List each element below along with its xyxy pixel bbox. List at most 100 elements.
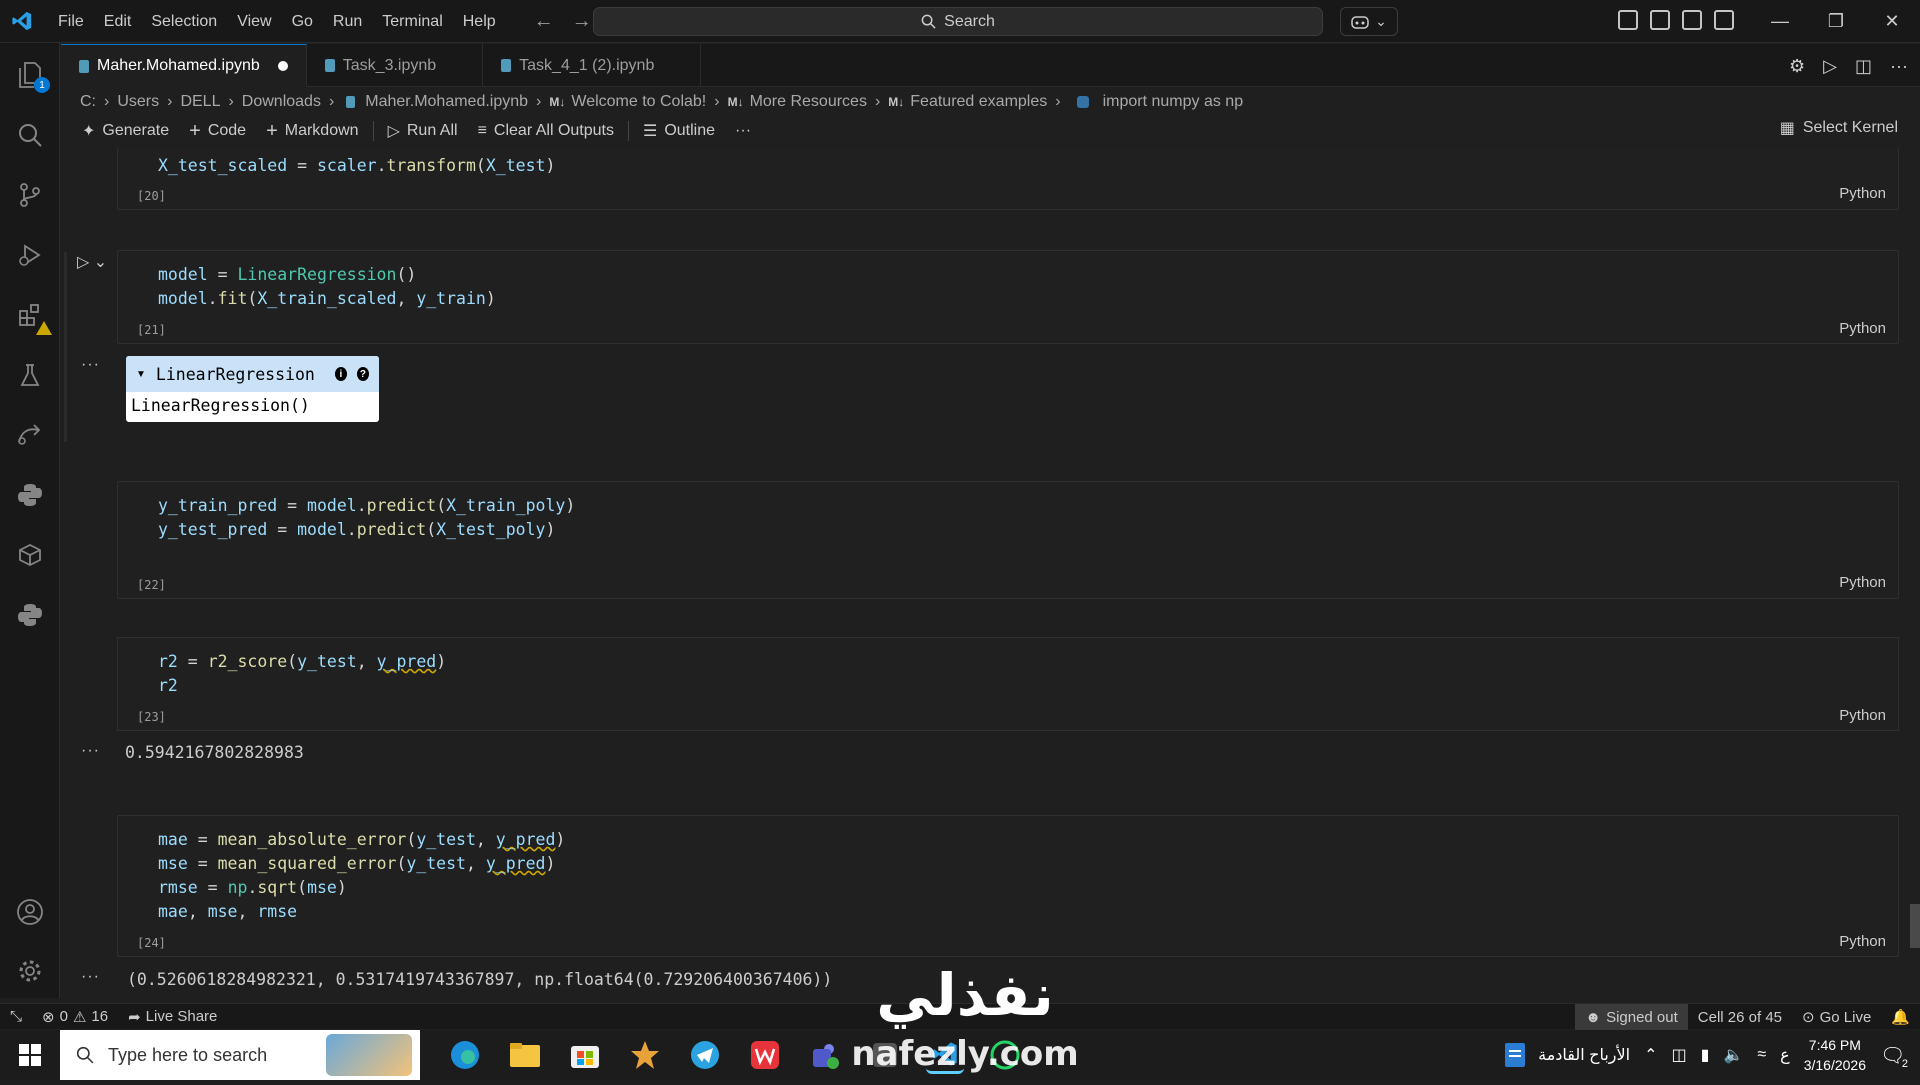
select-kernel-button[interactable]: ▦ Select Kernel xyxy=(1780,118,1898,138)
game-app-icon[interactable] xyxy=(626,1036,664,1074)
volume-icon[interactable]: 🔈 xyxy=(1723,1045,1743,1065)
cell-language[interactable]: Python xyxy=(1839,707,1886,724)
containers-icon[interactable] xyxy=(14,539,46,571)
copilot-button[interactable]: ⌄ xyxy=(1340,7,1398,36)
testing-flask-icon[interactable] xyxy=(14,359,46,391)
customize-layout-icon[interactable] xyxy=(1618,10,1638,30)
cell-run-icon[interactable]: ▷ ⌄ xyxy=(77,252,107,272)
menu-go[interactable]: Go xyxy=(282,0,323,43)
breadcrumb-item[interactable]: Users xyxy=(117,93,159,111)
source-control-icon[interactable] xyxy=(14,179,46,211)
add-markdown-button[interactable]: + Markdown xyxy=(256,120,369,143)
signed-out-status[interactable]: ☻ Signed out xyxy=(1575,1004,1688,1030)
chevron-up-icon[interactable]: ⌃ xyxy=(1644,1045,1657,1065)
output-more-icon[interactable]: ··· xyxy=(81,742,100,760)
remote-indicator[interactable]: ⤡ xyxy=(0,1008,32,1025)
settings-gear-icon[interactable]: ⚙ xyxy=(1789,56,1805,77)
code-block[interactable]: mae = mean_absolute_error(y_test, y_pred… xyxy=(158,828,565,924)
code-cell-21[interactable]: model = LinearRegression() model.fit(X_t… xyxy=(117,250,1899,344)
taskbar-search-box[interactable]: Type here to search xyxy=(60,1030,420,1080)
menu-edit[interactable]: Edit xyxy=(94,0,142,43)
problems-indicator[interactable]: ⊗ 0 ⚠ 16 xyxy=(32,1008,118,1026)
teams-icon[interactable] xyxy=(806,1036,844,1074)
accounts-icon[interactable] xyxy=(14,896,46,928)
close-icon[interactable]: ✕ xyxy=(1864,0,1920,43)
toolbar-more-button[interactable]: ··· xyxy=(725,122,761,140)
code-cell-23[interactable]: r2 = r2_score(y_test, y_pred) r2 [23] Py… xyxy=(117,637,1899,731)
clock[interactable]: 7:46 PM 3/16/2026 xyxy=(1804,1035,1866,1075)
menu-run[interactable]: Run xyxy=(323,0,372,43)
run-all-button[interactable]: ▷ Run All xyxy=(378,121,468,141)
breadcrumb-item[interactable]: DELL xyxy=(180,93,220,111)
breadcrumb-item[interactable]: Welcome to Colab! xyxy=(571,93,706,111)
go-live-button[interactable]: ⊙ Go Live xyxy=(1792,1008,1881,1027)
run-debug-icon[interactable] xyxy=(14,239,46,271)
output-more-icon[interactable]: ··· xyxy=(81,356,100,374)
menu-help[interactable]: Help xyxy=(453,0,506,43)
battery-icon[interactable]: ▮ xyxy=(1701,1045,1710,1065)
output-more-icon[interactable]: ··· xyxy=(81,968,100,986)
cell-language[interactable]: Python xyxy=(1839,320,1886,337)
tab-maher-mohamed[interactable]: Maher.Mohamed.ipynb xyxy=(61,44,307,87)
toggle-primary-sidebar-icon[interactable] xyxy=(1650,10,1670,30)
live-share-status[interactable]: ➦ Live Share xyxy=(118,1008,227,1026)
explorer-icon[interactable]: 1 xyxy=(14,59,50,93)
meet-now-icon[interactable]: ◫ xyxy=(1672,1045,1687,1065)
python-environments-icon[interactable] xyxy=(14,599,46,631)
code-cell-24[interactable]: mae = mean_absolute_error(y_test, y_pred… xyxy=(117,815,1899,957)
tab-task-3[interactable]: Task_3.ipynb xyxy=(307,44,484,87)
back-arrow-icon[interactable]: ← xyxy=(534,10,554,33)
info-icon[interactable]: i xyxy=(334,367,347,381)
notifications-bell[interactable]: 🔔 xyxy=(1881,1008,1920,1026)
edge-icon[interactable] xyxy=(446,1036,484,1074)
menu-terminal[interactable]: Terminal xyxy=(372,0,452,43)
wps-office-icon[interactable] xyxy=(746,1036,784,1074)
code-line[interactable]: X_test_scaled = scaler.transform(X_test) xyxy=(158,154,555,178)
breadcrumb-item[interactable]: Downloads xyxy=(242,93,321,111)
cell-language[interactable]: Python xyxy=(1839,933,1886,950)
language-indicator[interactable]: ع xyxy=(1780,1045,1790,1065)
unsaved-dot-icon[interactable] xyxy=(277,61,288,71)
file-explorer-icon[interactable] xyxy=(506,1036,544,1074)
search-view-icon[interactable] xyxy=(14,119,46,151)
breadcrumb-item[interactable]: Featured examples xyxy=(910,93,1047,111)
live-share-icon[interactable] xyxy=(14,419,46,451)
toggle-panel-icon[interactable] xyxy=(1682,10,1702,30)
code-block[interactable]: r2 = r2_score(y_test, y_pred) r2 xyxy=(158,650,446,698)
python-icon[interactable] xyxy=(14,479,46,511)
tab-task-4-1[interactable]: Task_4_1 (2).ipynb xyxy=(483,44,702,87)
outline-button[interactable]: ☰ Outline xyxy=(633,121,725,141)
run-icon[interactable]: ▷ xyxy=(1823,56,1837,77)
menu-selection[interactable]: Selection xyxy=(141,0,227,43)
split-editor-icon[interactable]: ◫ xyxy=(1855,56,1872,77)
telegram-icon[interactable] xyxy=(686,1036,724,1074)
start-button[interactable] xyxy=(0,1030,60,1080)
toggle-secondary-sidebar-icon[interactable] xyxy=(1714,10,1734,30)
menu-file[interactable]: File xyxy=(48,0,94,43)
forward-arrow-icon[interactable]: → xyxy=(572,10,592,33)
cell-language[interactable]: Python xyxy=(1839,574,1886,591)
code-block[interactable]: y_train_pred = model.predict(X_train_pol… xyxy=(158,494,575,542)
code-cell-22[interactable]: y_train_pred = model.predict(X_train_pol… xyxy=(117,481,1899,599)
clear-all-outputs-button[interactable]: ≡ Clear All Outputs xyxy=(468,122,624,140)
code-cell-20[interactable]: X_test_scaled = scaler.transform(X_test)… xyxy=(117,148,1899,210)
estimator-header[interactable]: ▼ LinearRegression i ? xyxy=(126,356,379,392)
extensions-icon[interactable] xyxy=(14,299,52,335)
estimator-widget[interactable]: ▼ LinearRegression i ? LinearRegression(… xyxy=(126,356,379,422)
menu-view[interactable]: View xyxy=(227,0,281,43)
code-block[interactable]: model = LinearRegression() model.fit(X_t… xyxy=(158,263,496,311)
breadcrumb-item[interactable]: More Resources xyxy=(750,93,867,111)
wifi-icon[interactable]: ≈ xyxy=(1757,1046,1766,1064)
generate-button[interactable]: ✦ Generate xyxy=(72,121,179,141)
more-actions-icon[interactable]: ··· xyxy=(1890,56,1908,77)
notification-center-icon[interactable]: 🗨 2 xyxy=(1880,1043,1908,1070)
breadcrumb-item[interactable]: import numpy as np xyxy=(1103,93,1244,111)
restore-icon[interactable]: ❐ xyxy=(1808,0,1864,43)
add-code-button[interactable]: + Code xyxy=(179,120,256,143)
command-center-search[interactable]: Search xyxy=(593,7,1323,36)
help-icon[interactable]: ? xyxy=(356,367,369,381)
tray-app[interactable]: الأرباح القادمة xyxy=(1504,1042,1630,1068)
cell-language[interactable]: Python xyxy=(1839,185,1886,202)
cell-position-status[interactable]: Cell 26 of 45 xyxy=(1688,1009,1792,1026)
breadcrumb-item[interactable]: C: xyxy=(80,93,96,111)
